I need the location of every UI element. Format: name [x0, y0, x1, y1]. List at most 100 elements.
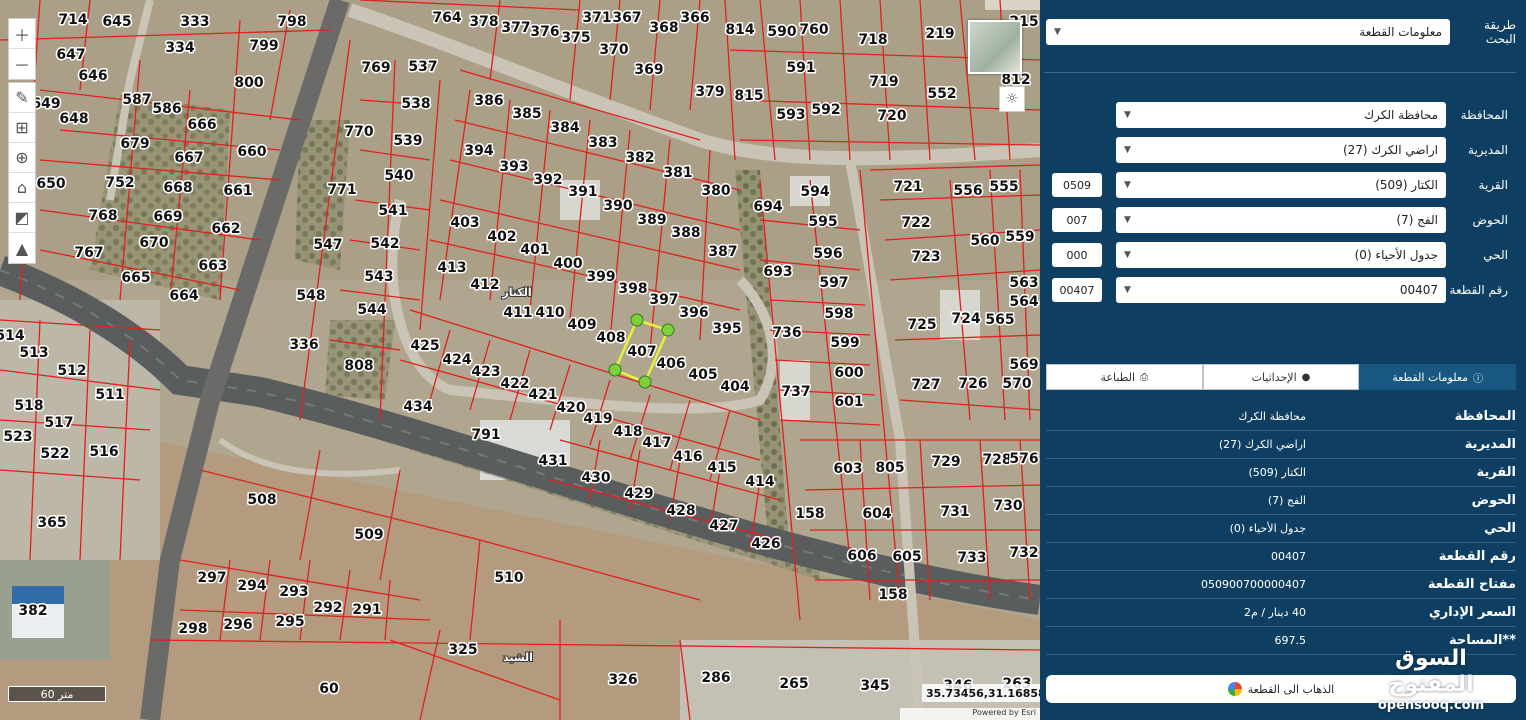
parcel-label-336[interactable]: 336 — [288, 336, 320, 355]
search-method-select[interactable]: معلومات القطعة ▼ — [1046, 19, 1450, 45]
parcel-label-427[interactable]: 427 — [708, 517, 740, 536]
parcel-label-576[interactable]: 576 — [1008, 450, 1040, 469]
parcel-label-510[interactable]: 510 — [493, 569, 525, 588]
parcel-label-722[interactable]: 722 — [900, 214, 932, 233]
map-canvas[interactable]: الكتارالشيد 714 645 333 798 764 378 377 376 3753… — [0, 0, 1040, 720]
parcel-label-517[interactable]: 517 — [43, 414, 75, 433]
parcel-label-648[interactable]: 648 — [58, 110, 90, 129]
parcel-label-560[interactable]: 560 — [969, 232, 1001, 251]
parcel-label-767[interactable]: 767 — [73, 244, 105, 263]
zoom-out-icon[interactable]: － — [9, 49, 35, 79]
parcel-label-410[interactable]: 410 — [534, 304, 566, 323]
parcel-label-543[interactable]: 543 — [363, 268, 395, 287]
measure-icon[interactable]: ⊞ — [9, 113, 35, 143]
parcel-label-417[interactable]: 417 — [641, 434, 673, 453]
parcel-label-389[interactable]: 389 — [636, 211, 668, 230]
parcel-label-407[interactable]: 407 — [626, 343, 658, 362]
parcel-label-392[interactable]: 392 — [532, 171, 564, 190]
parcel-label-679[interactable]: 679 — [119, 135, 151, 154]
parcel-label-732[interactable]: 732 — [1008, 544, 1040, 563]
parcel-label-693[interactable]: 693 — [762, 263, 794, 282]
directorate-select[interactable]: اراضي الكرك (27) ▼ — [1116, 137, 1446, 163]
parcel-label-666[interactable]: 666 — [186, 116, 218, 135]
parcel-label-662[interactable]: 662 — [210, 220, 242, 239]
parcel-label-592[interactable]: 592 — [810, 101, 842, 120]
parcel-label-565[interactable]: 565 — [984, 311, 1016, 330]
parcel-label-381[interactable]: 381 — [662, 164, 694, 183]
parcel-label-665[interactable]: 665 — [120, 269, 152, 288]
parcel-label-158[interactable]: 158 — [794, 505, 826, 524]
parcel-label-805[interactable]: 805 — [874, 459, 906, 478]
parcel-label-645[interactable]: 645 — [101, 13, 133, 32]
parcel-label-590[interactable]: 590 — [766, 23, 798, 42]
parcel-label-736[interactable]: 736 — [771, 324, 803, 343]
parcel-label-728[interactable]: 728 — [981, 451, 1013, 470]
parcel-label-669[interactable]: 669 — [152, 208, 184, 227]
parcel-label-382[interactable]: 382 — [17, 602, 49, 621]
parcel-label-718[interactable]: 718 — [857, 31, 889, 50]
parcel-label-370[interactable]: 370 — [598, 41, 630, 60]
parcel-label-670[interactable]: 670 — [138, 234, 170, 253]
parcel-vertex[interactable] — [608, 363, 622, 377]
parcel-label-345[interactable]: 345 — [859, 677, 891, 696]
parcel-label-387[interactable]: 387 — [707, 243, 739, 262]
parcel-label-334[interactable]: 334 — [164, 39, 196, 58]
parcel-label-600[interactable]: 600 — [833, 364, 865, 383]
parcel-label-414[interactable]: 414 — [744, 473, 776, 492]
parcel-label-664[interactable]: 664 — [168, 287, 200, 306]
parcel-label-429[interactable]: 429 — [623, 485, 655, 504]
parcel-label-516[interactable]: 516 — [88, 443, 120, 462]
parcel-number-select[interactable]: 00407 ▼ — [1116, 277, 1446, 303]
parcel-label-660[interactable]: 660 — [236, 143, 268, 162]
parcel-label-413[interactable]: 413 — [436, 259, 468, 278]
parcel-label-730[interactable]: 730 — [992, 497, 1024, 516]
parcel-label-398[interactable]: 398 — [617, 280, 649, 299]
parcel-label-570[interactable]: 570 — [1001, 375, 1033, 394]
parcel-label-298[interactable]: 298 — [177, 620, 209, 639]
parcel-label-158[interactable]: 158 — [877, 586, 909, 605]
parcel-label-406[interactable]: 406 — [655, 355, 687, 374]
parcel-label-415[interactable]: 415 — [706, 459, 738, 478]
parcel-label-542[interactable]: 542 — [369, 235, 401, 254]
parcel-label-366[interactable]: 366 — [679, 9, 711, 28]
parcel-label-552[interactable]: 552 — [926, 85, 958, 104]
parcel-label-596[interactable]: 596 — [812, 245, 844, 264]
parcel-label-368[interactable]: 368 — [648, 19, 680, 38]
parcel-label-408[interactable]: 408 — [595, 329, 627, 348]
parcel-label-420[interactable]: 420 — [555, 399, 587, 418]
parcel-label-60[interactable]: 60 — [318, 680, 341, 699]
parcel-label-539[interactable]: 539 — [392, 132, 424, 151]
parcel-label-752[interactable]: 752 — [104, 174, 136, 193]
parcel-label-548[interactable]: 548 — [295, 287, 327, 306]
parcel-label-538[interactable]: 538 — [400, 95, 432, 114]
parcel-label-511[interactable]: 511 — [94, 386, 126, 405]
parcel-label-508[interactable]: 508 — [246, 491, 278, 510]
parcel-label-365[interactable]: 365 — [36, 514, 68, 533]
parcel-label-428[interactable]: 428 — [665, 502, 697, 521]
parcel-label-599[interactable]: 599 — [829, 334, 861, 353]
parcel-label-394[interactable]: 394 — [463, 142, 495, 161]
parcel-label-430[interactable]: 430 — [580, 469, 612, 488]
parcel-label-434[interactable]: 434 — [402, 398, 434, 417]
parcel-label-537[interactable]: 537 — [407, 58, 439, 77]
parcel-label-399[interactable]: 399 — [585, 268, 617, 287]
parcel-label-404[interactable]: 404 — [719, 378, 751, 397]
extent-icon[interactable]: ◩ — [9, 203, 35, 233]
parcel-label-419[interactable]: 419 — [582, 410, 614, 429]
parcel-label-720[interactable]: 720 — [876, 107, 908, 126]
parcel-label-737[interactable]: 737 — [780, 383, 812, 402]
parcel-label-411[interactable]: 411 — [502, 304, 534, 323]
parcel-label-601[interactable]: 601 — [833, 393, 865, 412]
parcel-label-379[interactable]: 379 — [694, 83, 726, 102]
parcel-label-402[interactable]: 402 — [486, 228, 518, 247]
parcel-label-423[interactable]: 423 — [470, 363, 502, 382]
parcel-label-729[interactable]: 729 — [930, 453, 962, 472]
parcel-label-388[interactable]: 388 — [670, 224, 702, 243]
parcel-vertex[interactable] — [661, 323, 675, 337]
parcel-label-390[interactable]: 390 — [602, 197, 634, 216]
parcel-label-815[interactable]: 815 — [733, 87, 765, 106]
parcel-label-591[interactable]: 591 — [785, 59, 817, 78]
parcel-label-412[interactable]: 412 — [469, 276, 501, 295]
parcel-label-721[interactable]: 721 — [892, 178, 924, 197]
parcel-label-719[interactable]: 719 — [868, 73, 900, 92]
